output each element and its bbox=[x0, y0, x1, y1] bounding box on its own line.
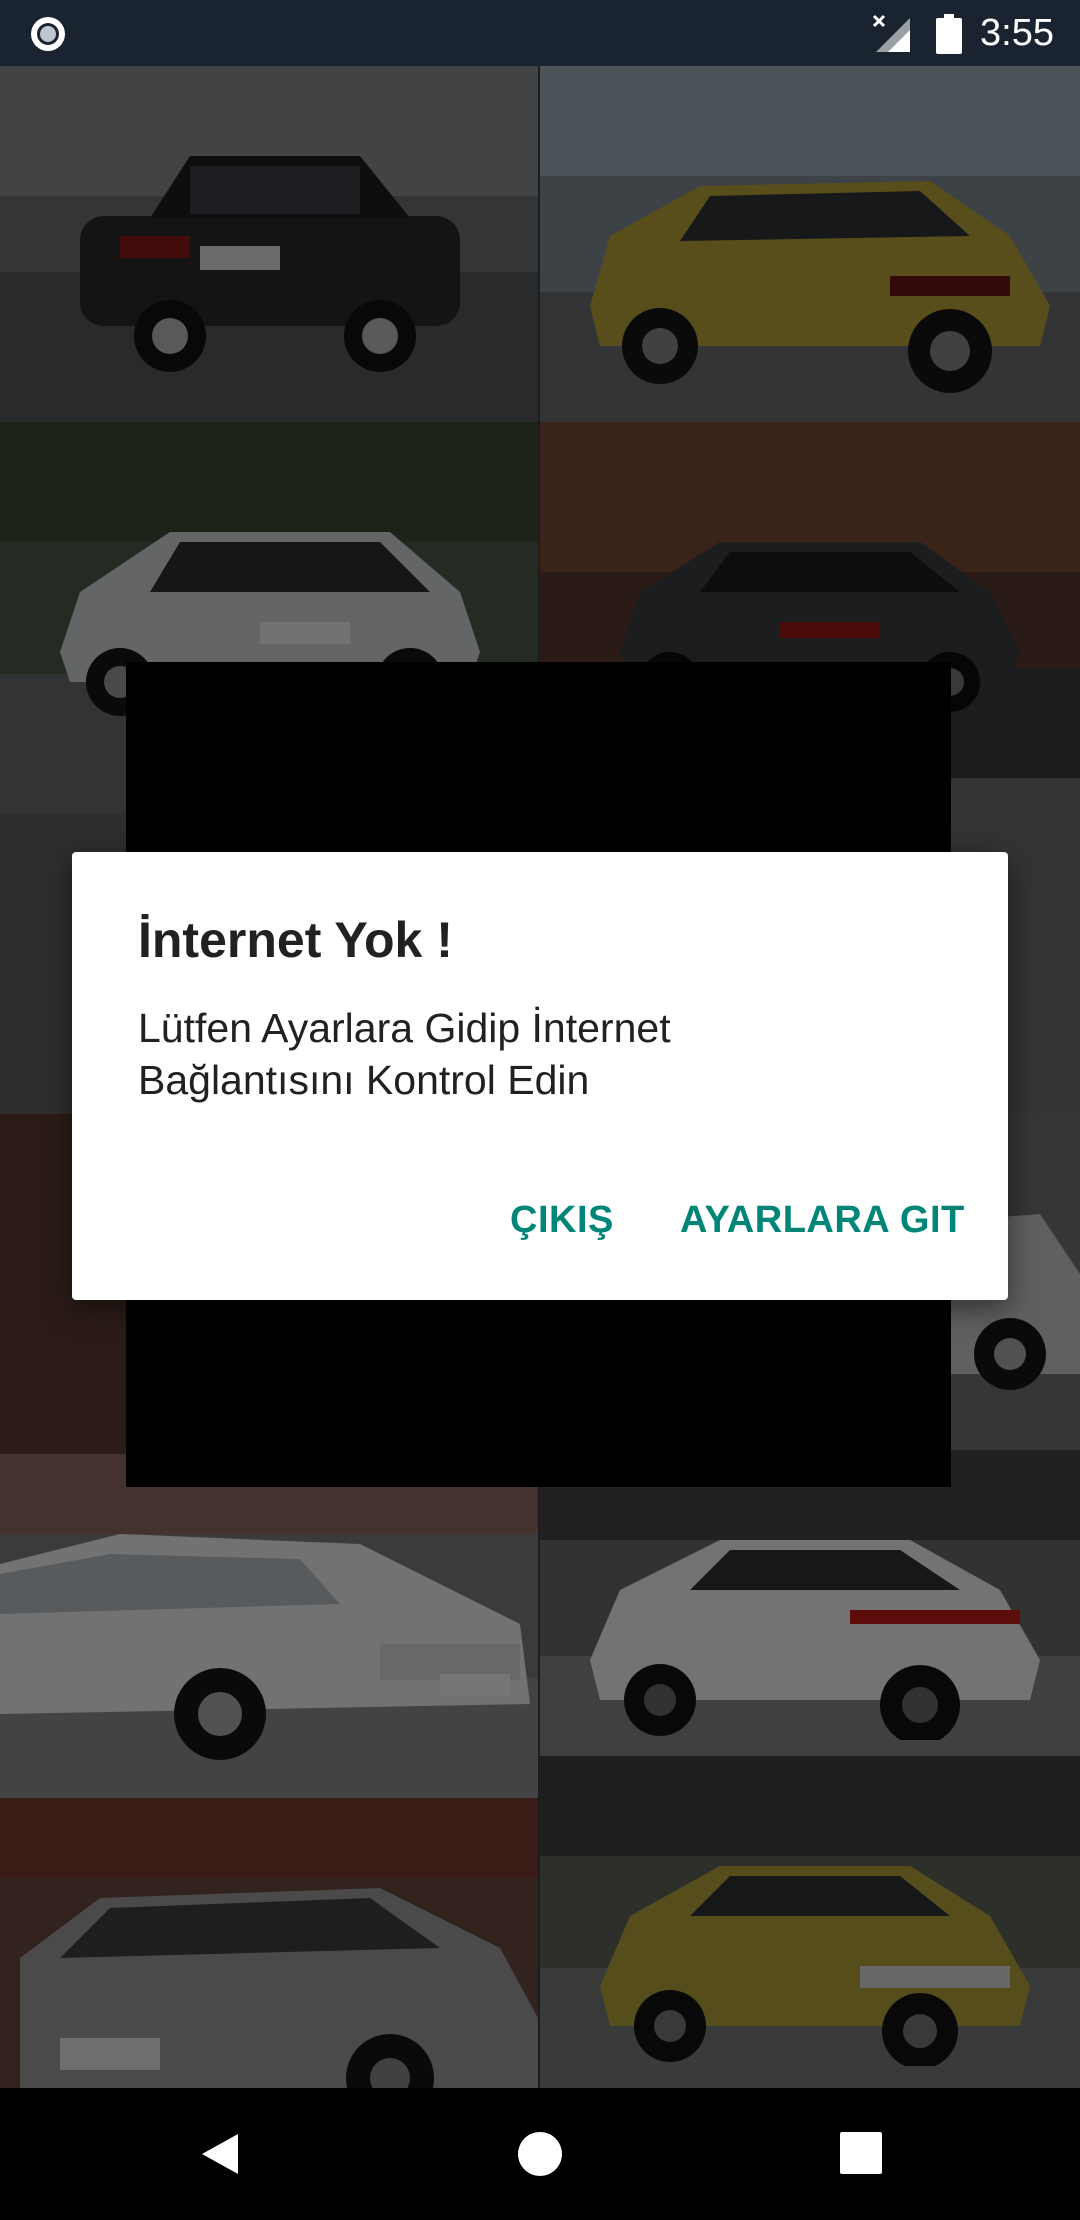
status-time: 3:55 bbox=[980, 12, 1054, 54]
signal-no-data-icon bbox=[872, 14, 910, 52]
exit-button[interactable]: ÇIKIŞ bbox=[498, 1180, 626, 1260]
recents-icon[interactable] bbox=[838, 2130, 884, 2176]
status-bar: 3:55 bbox=[0, 0, 1080, 66]
circle-notification-icon bbox=[31, 17, 65, 51]
no-internet-dialog: İnternet Yok ! Lütfen Ayarlara Gidip İnt… bbox=[72, 852, 1008, 1300]
back-icon[interactable] bbox=[196, 2130, 244, 2178]
go-to-settings-button[interactable]: AYARLARA GIT bbox=[668, 1180, 977, 1260]
dialog-message: Lütfen Ayarlara Gidip İnternet Bağlantıs… bbox=[138, 1005, 671, 1103]
screen: 3:55 İnternet Yok ! Lütfen Ayarlara Gidi… bbox=[0, 0, 1080, 2220]
battery-icon bbox=[936, 14, 962, 54]
navigation-bar bbox=[0, 2088, 1080, 2220]
home-icon[interactable] bbox=[516, 2130, 564, 2178]
dialog-title: İnternet Yok ! bbox=[138, 912, 453, 968]
